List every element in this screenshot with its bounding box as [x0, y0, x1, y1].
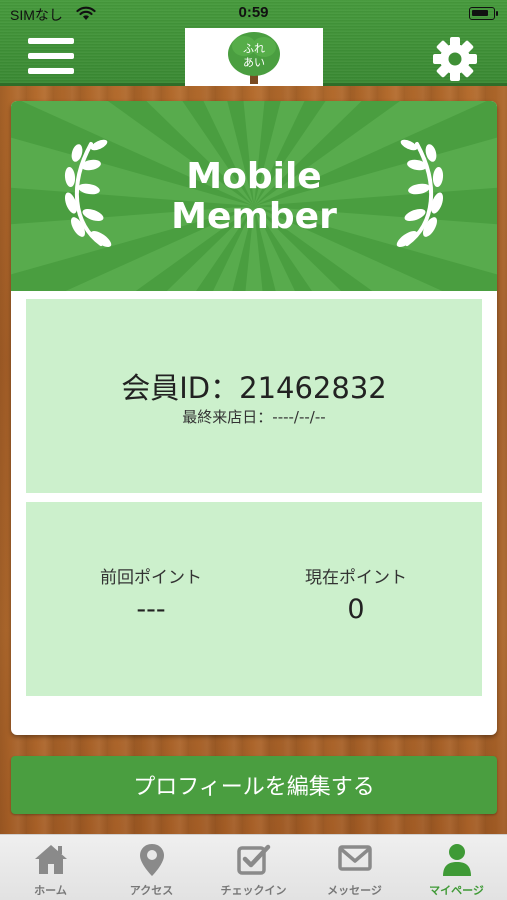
person-icon [406, 843, 507, 877]
mail-icon [304, 843, 405, 877]
tab-checkin-label: チェックイン [220, 884, 287, 897]
clock: 0:59 [238, 4, 269, 21]
logo-text-bottom: あい [243, 56, 265, 69]
tab-access-label: アクセス [129, 884, 174, 897]
edit-profile-button[interactable]: プロフィールを編集する [11, 756, 497, 814]
hamburger-menu-icon[interactable] [28, 38, 74, 78]
member-id: 会員ID：21462832 [121, 371, 387, 405]
battery-icon [469, 7, 498, 20]
tab-messages[interactable]: メッセージ [304, 835, 405, 900]
app-logo: ふれ あい [185, 28, 323, 86]
gear-icon[interactable] [432, 36, 478, 82]
bottom-tab-bar: ホーム アクセス チェックイン メッセージ マイページ [0, 834, 507, 900]
tab-access[interactable]: アクセス [101, 835, 202, 900]
map-pin-icon [101, 843, 202, 877]
checkbox-icon [203, 843, 304, 877]
tab-checkin[interactable]: チェックイン [203, 835, 304, 900]
current-points-value: 0 [347, 594, 365, 625]
current-points-label: 現在ポイント [305, 568, 407, 588]
previous-points-value: --- [136, 594, 166, 625]
tab-home[interactable]: ホーム [0, 835, 101, 900]
status-bar: SIMなし 0:59 [0, 0, 507, 28]
tab-home-label: ホーム [34, 884, 67, 897]
member-id-panel: 会員ID：21462832 最終来店日：----/--/-- [26, 299, 482, 493]
previous-points-label: 前回ポイント [100, 568, 202, 588]
logo-text-top: ふれ [243, 42, 265, 55]
laurel-right-icon [396, 139, 444, 248]
member-card: Mobile Member 会員ID：21462832 最終来店日：----/-… [11, 101, 497, 735]
last-visit-date: 最終来店日：----/--/-- [182, 408, 326, 426]
tab-mypage[interactable]: マイページ [406, 835, 507, 900]
tab-messages-label: メッセージ [327, 884, 382, 897]
home-icon [0, 843, 101, 877]
tab-mypage-label: マイページ [429, 884, 484, 897]
member-banner: Mobile Member [11, 101, 497, 291]
app-header: SIMなし 0:59 ふれ あい [0, 0, 507, 86]
points-panel: 前回ポイント --- 現在ポイント 0 [26, 502, 482, 696]
